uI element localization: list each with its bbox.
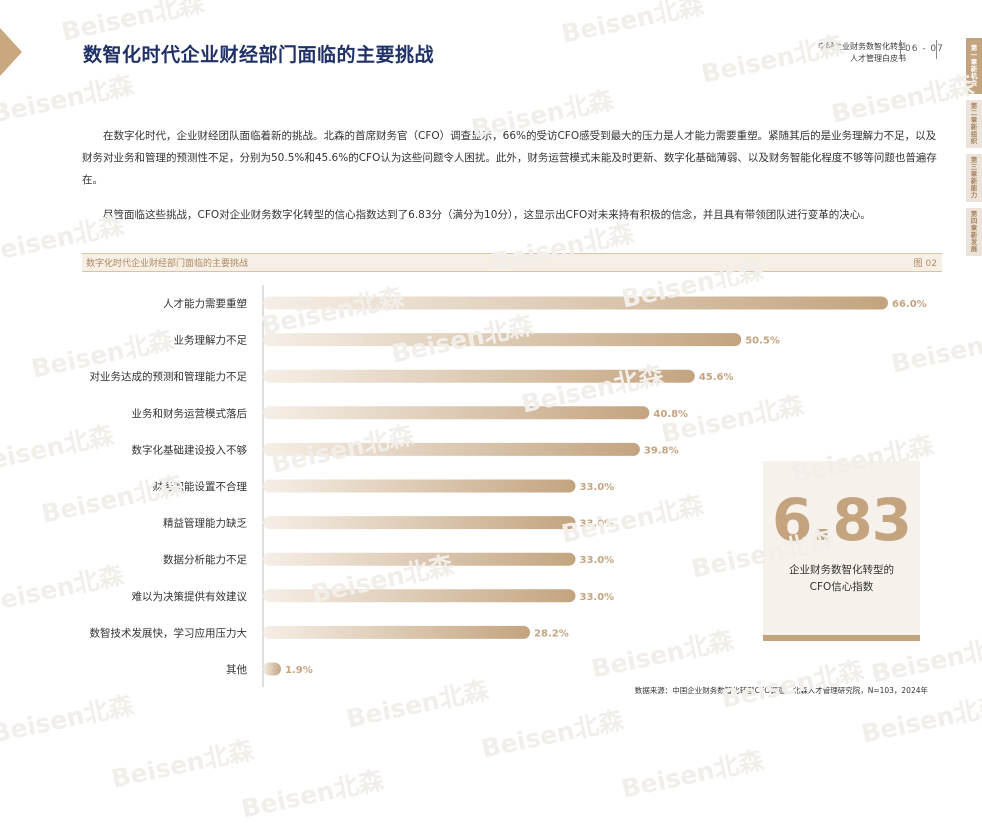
confidence-caption-line1: 企业财务数智化转型的 [789, 564, 894, 576]
callout-accent-bar [763, 635, 920, 641]
chart-bar [263, 625, 531, 639]
chart-value-label: 66.0% [892, 299, 927, 310]
confidence-caption-line2: CFO信心指数 [809, 581, 874, 593]
chart-bar [263, 369, 695, 383]
chart-value-label: 33.0% [580, 482, 615, 493]
chart-category-label: 业务和财务运营模式落后 [132, 407, 248, 420]
chart-bar [263, 442, 640, 456]
chart-value-label: 40.8% [653, 409, 688, 420]
chart-category-label: 精益管理能力缺乏 [163, 517, 247, 530]
confidence-callout: 6.83 企业财务数智化转型的 CFO信心指数 [763, 461, 920, 641]
chart-bar [263, 589, 576, 603]
chart-bar [263, 333, 742, 347]
chart-value-label: 33.0% [580, 555, 615, 566]
chart-value-label: 50.5% [745, 336, 780, 347]
data-source-note: 数据来源：中国企业财务数智化转型CFO调查，北森人才管理研究院，N=103，20… [634, 686, 928, 695]
chart-bar [263, 662, 281, 676]
chart-bar [263, 406, 650, 420]
chart-category-label: 数智技术发展快，学习应用压力大 [90, 626, 248, 639]
challenges-bar-chart: 人才能力需要重塑 66.0% 业务理解力不足 50.5% 对业务达成的预测和管理能力不足… [90, 285, 927, 687]
chart-bar [263, 296, 888, 310]
confidence-index-value: 6.83 [771, 486, 912, 554]
chart-value-label: 28.2% [534, 628, 569, 639]
chart-bar [263, 516, 576, 530]
confidence-index-caption: 企业财务数智化转型的 CFO信心指数 [763, 562, 920, 596]
chart-value-label: 1.9% [285, 665, 313, 676]
chart-value-label: 33.0% [580, 592, 615, 603]
chart-category-label: 财务职能设置不合理 [153, 480, 248, 493]
chart-bar [263, 479, 576, 493]
chart-category-label: 其他 [226, 663, 247, 676]
chart-bar [263, 552, 576, 566]
chart-category-label: 业务理解力不足 [174, 334, 248, 347]
chart-category-label: 对业务达成的预测和管理能力不足 [90, 370, 248, 383]
chart-category-label: 人才能力需要重塑 [163, 297, 247, 310]
chart-value-label: 45.6% [699, 372, 734, 383]
chart-value-label: 39.8% [644, 445, 679, 456]
chart-category-label: 数字化基础建设投入不够 [132, 443, 248, 456]
chart-value-label: 33.0% [580, 519, 615, 530]
chart-category-label: 数据分析能力不足 [163, 553, 247, 566]
chart-category-label: 难以为决策提供有效建议 [132, 590, 248, 603]
